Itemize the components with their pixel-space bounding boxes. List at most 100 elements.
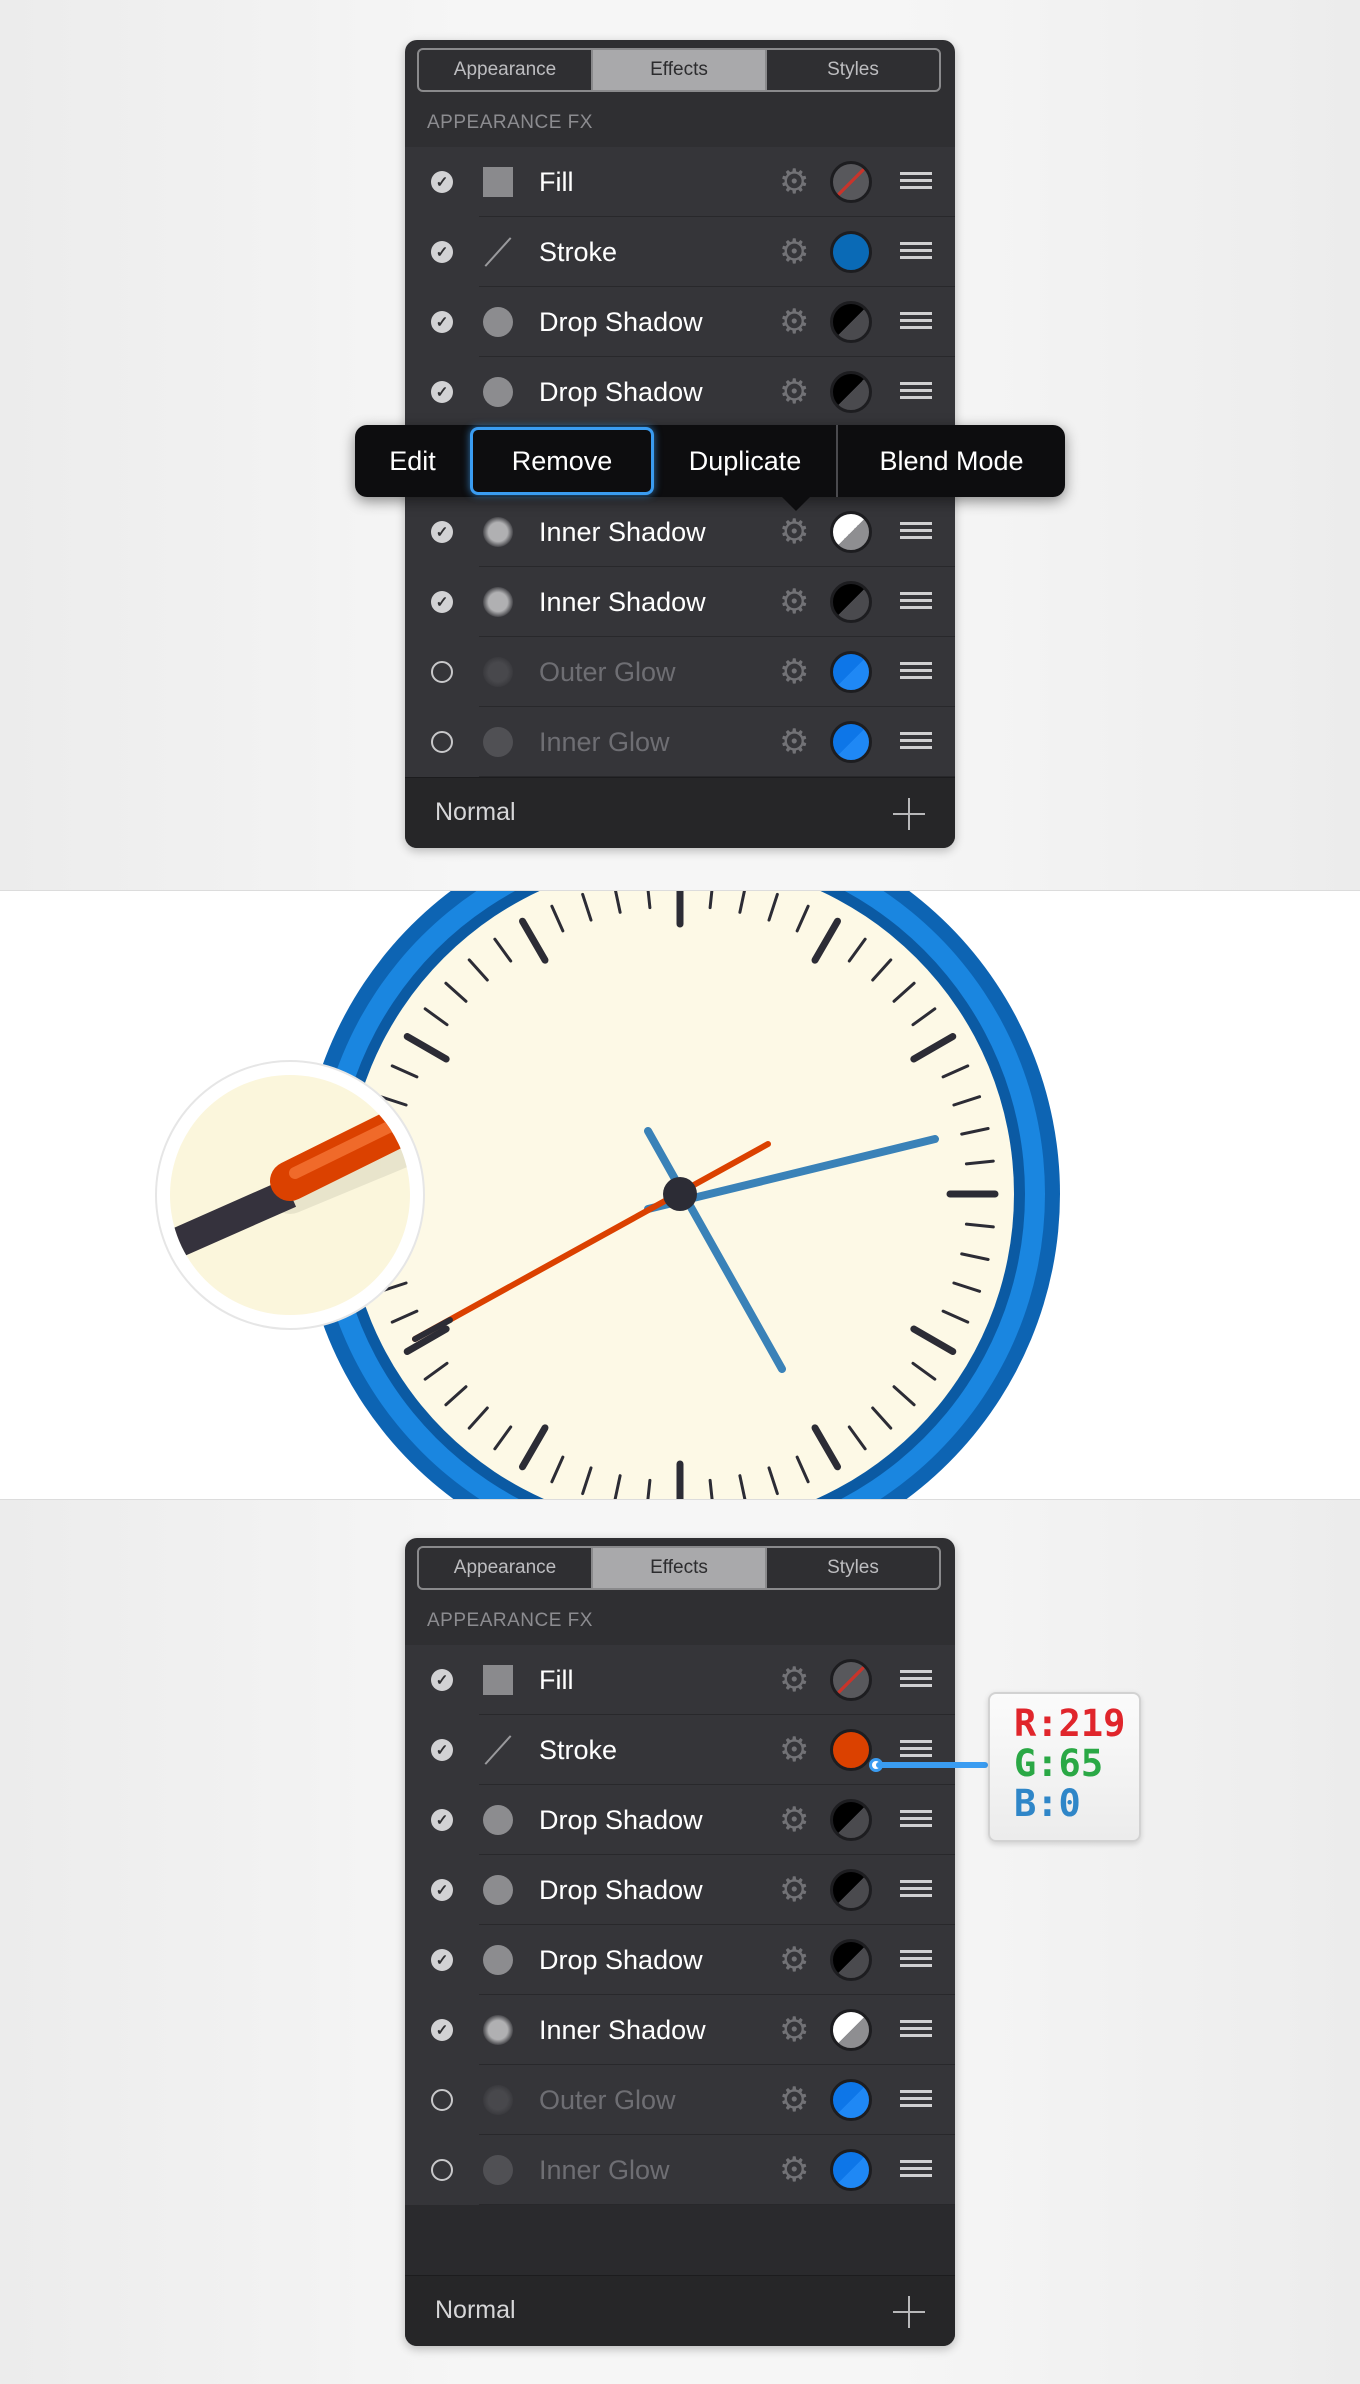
effect-row-fill[interactable]: ✓ Fill ⚙ (405, 147, 955, 217)
effect-row-drop-shadow[interactable]: ✓ Drop Shadow ⚙ (405, 1855, 955, 1925)
enabled-checkbox[interactable]: ✓ (431, 241, 453, 263)
enabled-checkbox[interactable]: ✓ (431, 1949, 453, 1971)
add-effect-icon[interactable] (893, 2296, 925, 2328)
color-swatch[interactable] (830, 721, 872, 763)
enabled-checkbox[interactable]: ✓ (431, 2019, 453, 2041)
menu-item-duplicate[interactable]: Duplicate (654, 425, 836, 497)
circle-icon (483, 1875, 513, 1905)
effect-row-outer-glow[interactable]: ✓ Outer Glow ⚙ (405, 2065, 955, 2135)
drag-handle-icon[interactable] (900, 592, 932, 612)
gear-icon[interactable]: ⚙ (779, 233, 809, 271)
effect-label: Drop Shadow (539, 1945, 703, 1975)
effect-row-inner-shadow[interactable]: ✓ Inner Shadow ⚙ (405, 497, 955, 567)
menu-item-remove[interactable]: Remove (470, 427, 654, 495)
enabled-checkbox[interactable]: ✓ (431, 311, 453, 333)
enabled-checkbox[interactable]: ✓ (431, 381, 453, 403)
color-swatch[interactable] (830, 1659, 872, 1701)
color-swatch[interactable] (830, 1939, 872, 1981)
effect-row-inner-shadow[interactable]: ✓ Inner Shadow ⚙ (405, 1995, 955, 2065)
add-effect-icon[interactable] (893, 798, 925, 830)
enabled-checkbox[interactable]: ✓ (431, 2089, 453, 2111)
gear-icon[interactable]: ⚙ (779, 1941, 809, 1979)
effect-row-inner-shadow[interactable]: ✓ Inner Shadow ⚙ (405, 567, 955, 637)
menu-item-blend-mode[interactable]: Blend Mode (838, 425, 1065, 497)
color-swatch[interactable] (830, 2079, 872, 2121)
circle-icon (483, 1805, 513, 1835)
menu-item-edit[interactable]: Edit (355, 425, 470, 497)
drag-handle-icon[interactable] (900, 732, 932, 752)
effect-row-drop-shadow[interactable]: ✓ Drop Shadow ⚙ (405, 1925, 955, 1995)
drag-handle-icon[interactable] (900, 1670, 932, 1690)
tab-styles[interactable]: Styles (767, 1548, 939, 1588)
drag-handle-icon[interactable] (900, 2160, 932, 2180)
gear-icon[interactable]: ⚙ (779, 1871, 809, 1909)
color-swatch[interactable] (830, 511, 872, 553)
drag-handle-icon[interactable] (900, 2090, 932, 2110)
drag-handle-icon[interactable] (900, 242, 932, 262)
blend-mode-label[interactable]: Normal (435, 798, 516, 827)
effect-row-inner-glow[interactable]: ✓ Inner Glow ⚙ (405, 707, 955, 777)
gear-icon[interactable]: ⚙ (779, 653, 809, 691)
color-swatch[interactable] (830, 371, 872, 413)
tab-styles[interactable]: Styles (767, 50, 939, 90)
color-swatch[interactable] (830, 2009, 872, 2051)
drag-handle-icon[interactable] (900, 522, 932, 542)
effect-row-drop-shadow[interactable]: ✓ Drop Shadow ⚙ (405, 287, 955, 357)
gear-icon[interactable]: ⚙ (779, 2151, 809, 2189)
enabled-checkbox[interactable]: ✓ (431, 591, 453, 613)
effect-row-drop-shadow[interactable]: ✓ Drop Shadow ⚙ (405, 1785, 955, 1855)
enabled-checkbox[interactable]: ✓ (431, 1879, 453, 1901)
enabled-checkbox[interactable]: ✓ (431, 731, 453, 753)
tab-appearance[interactable]: Appearance (419, 50, 593, 90)
effect-row-stroke[interactable]: ✓ Stroke ⚙ (405, 217, 955, 287)
effect-row-fill[interactable]: ✓ Fill ⚙ (405, 1645, 955, 1715)
effect-row-outer-glow[interactable]: ✓ Outer Glow ⚙ (405, 637, 955, 707)
square-icon (483, 1665, 513, 1695)
color-swatch[interactable] (830, 301, 872, 343)
gear-icon[interactable]: ⚙ (779, 373, 809, 411)
gear-icon[interactable]: ⚙ (779, 723, 809, 761)
enabled-checkbox[interactable]: ✓ (431, 171, 453, 193)
enabled-checkbox[interactable]: ✓ (431, 661, 453, 683)
color-swatch[interactable] (830, 1729, 872, 1771)
checkmark-icon: ✓ (435, 594, 449, 611)
gear-icon[interactable]: ⚙ (779, 1801, 809, 1839)
enabled-checkbox[interactable]: ✓ (431, 2159, 453, 2181)
color-swatch[interactable] (830, 2149, 872, 2191)
gear-icon[interactable]: ⚙ (779, 303, 809, 341)
color-swatch[interactable] (830, 1799, 872, 1841)
enabled-checkbox[interactable]: ✓ (431, 1739, 453, 1761)
drag-handle-icon[interactable] (900, 662, 932, 682)
effect-row-drop-shadow[interactable]: ✓ Drop Shadow ⚙ (405, 357, 955, 427)
drag-handle-icon[interactable] (900, 172, 932, 192)
panel-footer: Normal (405, 777, 955, 848)
tab-effects[interactable]: Effects (593, 1548, 767, 1588)
drag-handle-icon[interactable] (900, 1880, 932, 1900)
gear-icon[interactable]: ⚙ (779, 2011, 809, 2049)
color-swatch[interactable] (830, 581, 872, 623)
gear-icon[interactable]: ⚙ (779, 163, 809, 201)
gear-icon[interactable]: ⚙ (779, 513, 809, 551)
drag-handle-icon[interactable] (900, 1810, 932, 1830)
tab-appearance[interactable]: Appearance (419, 1548, 593, 1588)
gear-icon[interactable]: ⚙ (779, 2081, 809, 2119)
gear-icon[interactable]: ⚙ (779, 583, 809, 621)
enabled-checkbox[interactable]: ✓ (431, 521, 453, 543)
blend-mode-label[interactable]: Normal (435, 2296, 516, 2325)
drag-handle-icon[interactable] (900, 1740, 932, 1760)
enabled-checkbox[interactable]: ✓ (431, 1669, 453, 1691)
enabled-checkbox[interactable]: ✓ (431, 1809, 453, 1831)
color-swatch[interactable] (830, 231, 872, 273)
drag-handle-icon[interactable] (900, 1950, 932, 1970)
drag-handle-icon[interactable] (900, 312, 932, 332)
gear-icon[interactable]: ⚙ (779, 1661, 809, 1699)
drag-handle-icon[interactable] (900, 382, 932, 402)
color-swatch[interactable] (830, 1869, 872, 1911)
effect-row-inner-glow[interactable]: ✓ Inner Glow ⚙ (405, 2135, 955, 2205)
drag-handle-icon[interactable] (900, 2020, 932, 2040)
tab-effects[interactable]: Effects (593, 50, 767, 90)
gear-icon[interactable]: ⚙ (779, 1731, 809, 1769)
effect-row-stroke[interactable]: ✓ Stroke ⚙ (405, 1715, 955, 1785)
color-swatch[interactable] (830, 161, 872, 203)
color-swatch[interactable] (830, 651, 872, 693)
